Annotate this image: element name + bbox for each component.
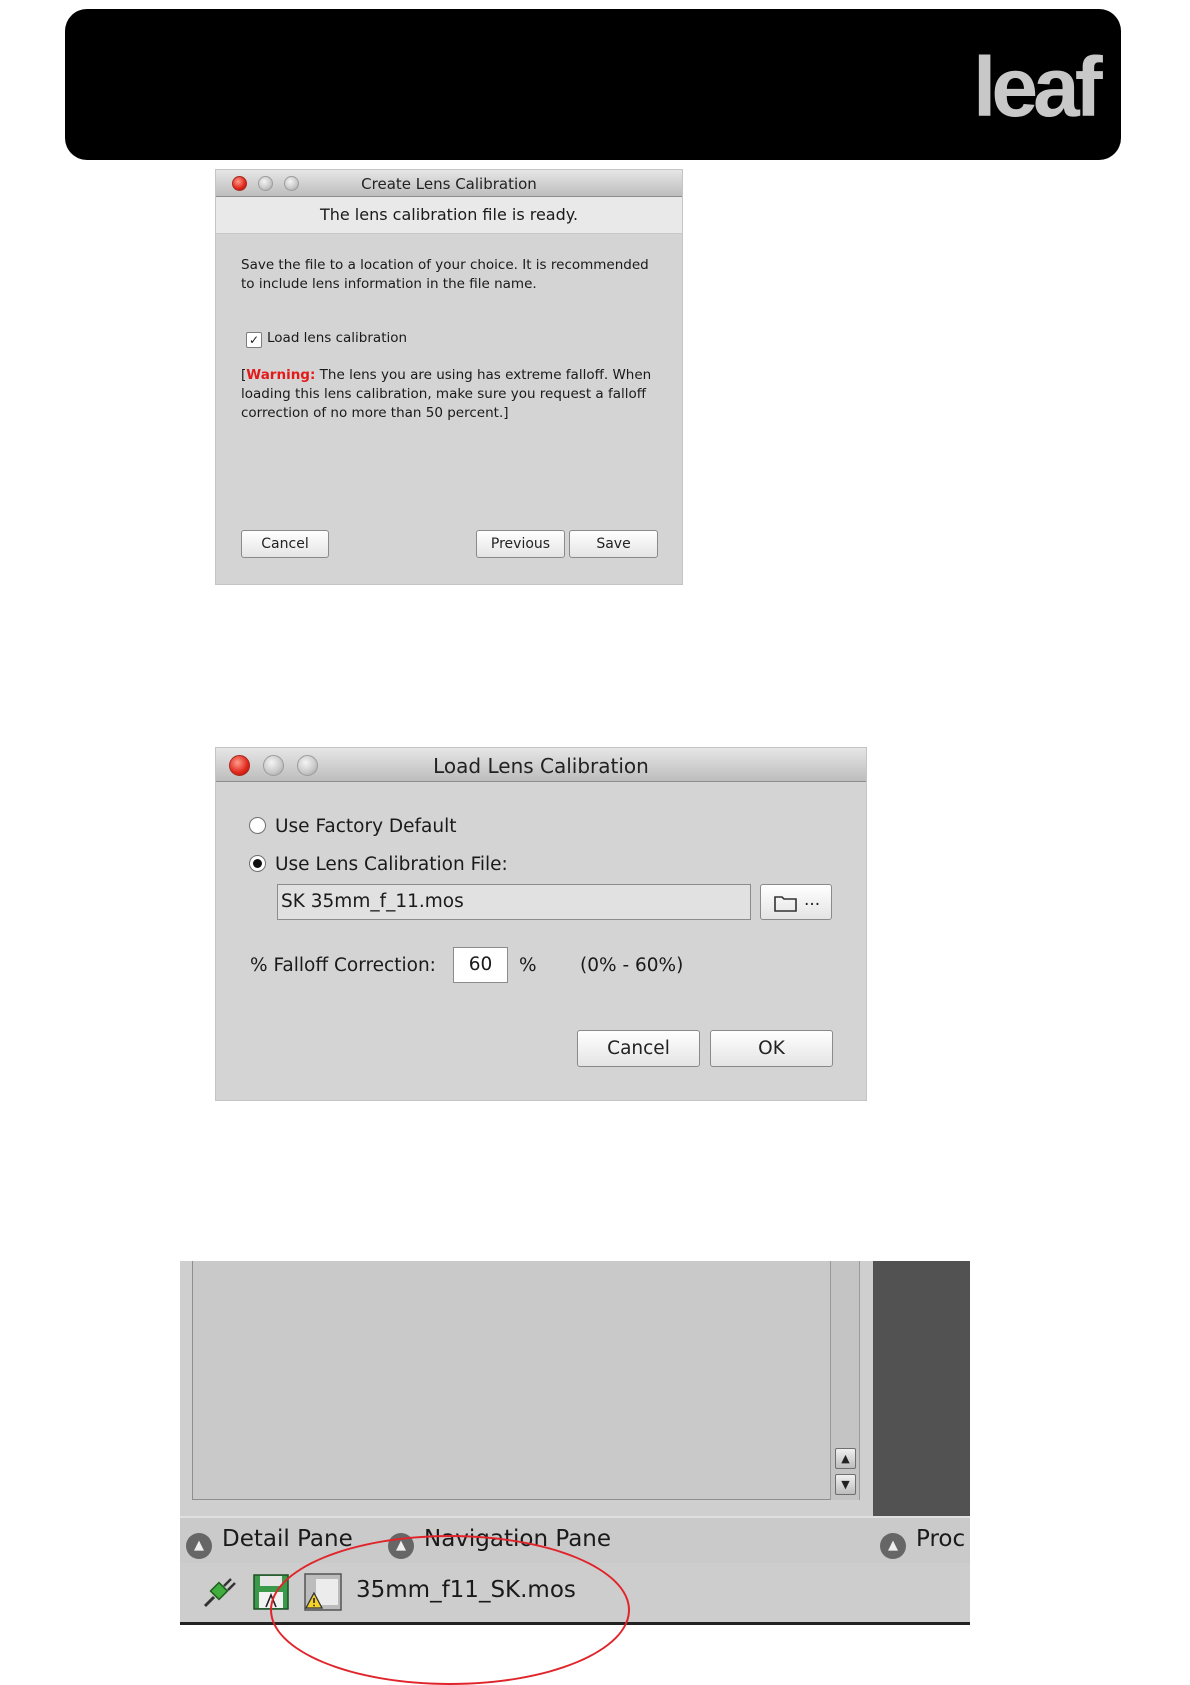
cancel-button[interactable]: Cancel — [577, 1030, 700, 1067]
warning-label: Warning: — [246, 367, 316, 383]
annotation-circle — [270, 1535, 630, 1685]
factory-default-label: Use Factory Default — [275, 816, 457, 837]
dialog-title: Load Lens Calibration — [433, 754, 649, 778]
checkmark-icon[interactable]: ✓ — [246, 332, 262, 348]
create-lens-calibration-dialog: Create Lens Calibration The lens calibra… — [216, 170, 682, 584]
leaf-logo: leaf — [973, 40, 1103, 134]
scroll-down-icon[interactable]: ▼ — [835, 1474, 856, 1495]
vertical-scrollbar[interactable]: ▲ ▼ — [830, 1261, 860, 1500]
factory-default-radio-row[interactable]: Use Factory Default — [249, 816, 457, 837]
ok-button[interactable]: OK — [710, 1030, 833, 1067]
scroll-up-icon[interactable]: ▲ — [835, 1448, 856, 1469]
previous-button[interactable]: Previous — [476, 530, 565, 558]
side-panel — [873, 1261, 970, 1516]
header-banner: leaf — [65, 9, 1121, 160]
checkbox-label: Load lens calibration — [267, 330, 408, 346]
cancel-button[interactable]: Cancel — [241, 530, 329, 558]
falloff-correction-input[interactable]: 60 — [453, 947, 508, 983]
titlebar: Create Lens Calibration — [216, 170, 682, 197]
browse-ellipsis: ... — [804, 890, 821, 910]
load-lens-calibration-dialog: Load Lens Calibration Use Factory Defaul… — [216, 748, 866, 1100]
calibration-file-input[interactable]: SK 35mm_f_11.mos — [277, 884, 751, 920]
dialog-subtitle: The lens calibration file is ready. — [216, 197, 682, 234]
detail-pane-label: Detail Pane — [222, 1526, 353, 1552]
warning-message: [Warning: The lens you are using has ext… — [241, 366, 671, 423]
calibration-file-radio[interactable] — [249, 855, 266, 872]
dialog-title: Create Lens Calibration — [361, 175, 537, 193]
folder-icon — [774, 896, 797, 912]
connection-plug-icon[interactable] — [200, 1573, 238, 1611]
titlebar: Load Lens Calibration — [216, 748, 866, 782]
process-pane-label: Proc — [916, 1526, 966, 1552]
falloff-unit: % — [519, 955, 537, 976]
calibration-file-radio-row[interactable]: Use Lens Calibration File: — [249, 854, 508, 875]
factory-default-radio[interactable] — [249, 817, 266, 834]
expand-up-icon: ▲ — [880, 1533, 906, 1559]
save-button[interactable]: Save — [569, 530, 658, 558]
calibration-file-label: Use Lens Calibration File: — [275, 854, 508, 875]
browse-file-button[interactable]: ... — [760, 884, 832, 920]
falloff-range: (0% - 60%) — [580, 955, 684, 976]
browser-pane — [192, 1261, 832, 1500]
process-pane-toggle[interactable]: ▲ Proc — [880, 1526, 965, 1559]
dialog-instructions: Save the file to a location of your choi… — [241, 257, 649, 292]
load-lens-calibration-checkbox-row[interactable]: ✓ Load lens calibration — [246, 330, 407, 348]
falloff-correction-label: % Falloff Correction: — [250, 955, 436, 976]
expand-up-icon: ▲ — [186, 1533, 212, 1559]
